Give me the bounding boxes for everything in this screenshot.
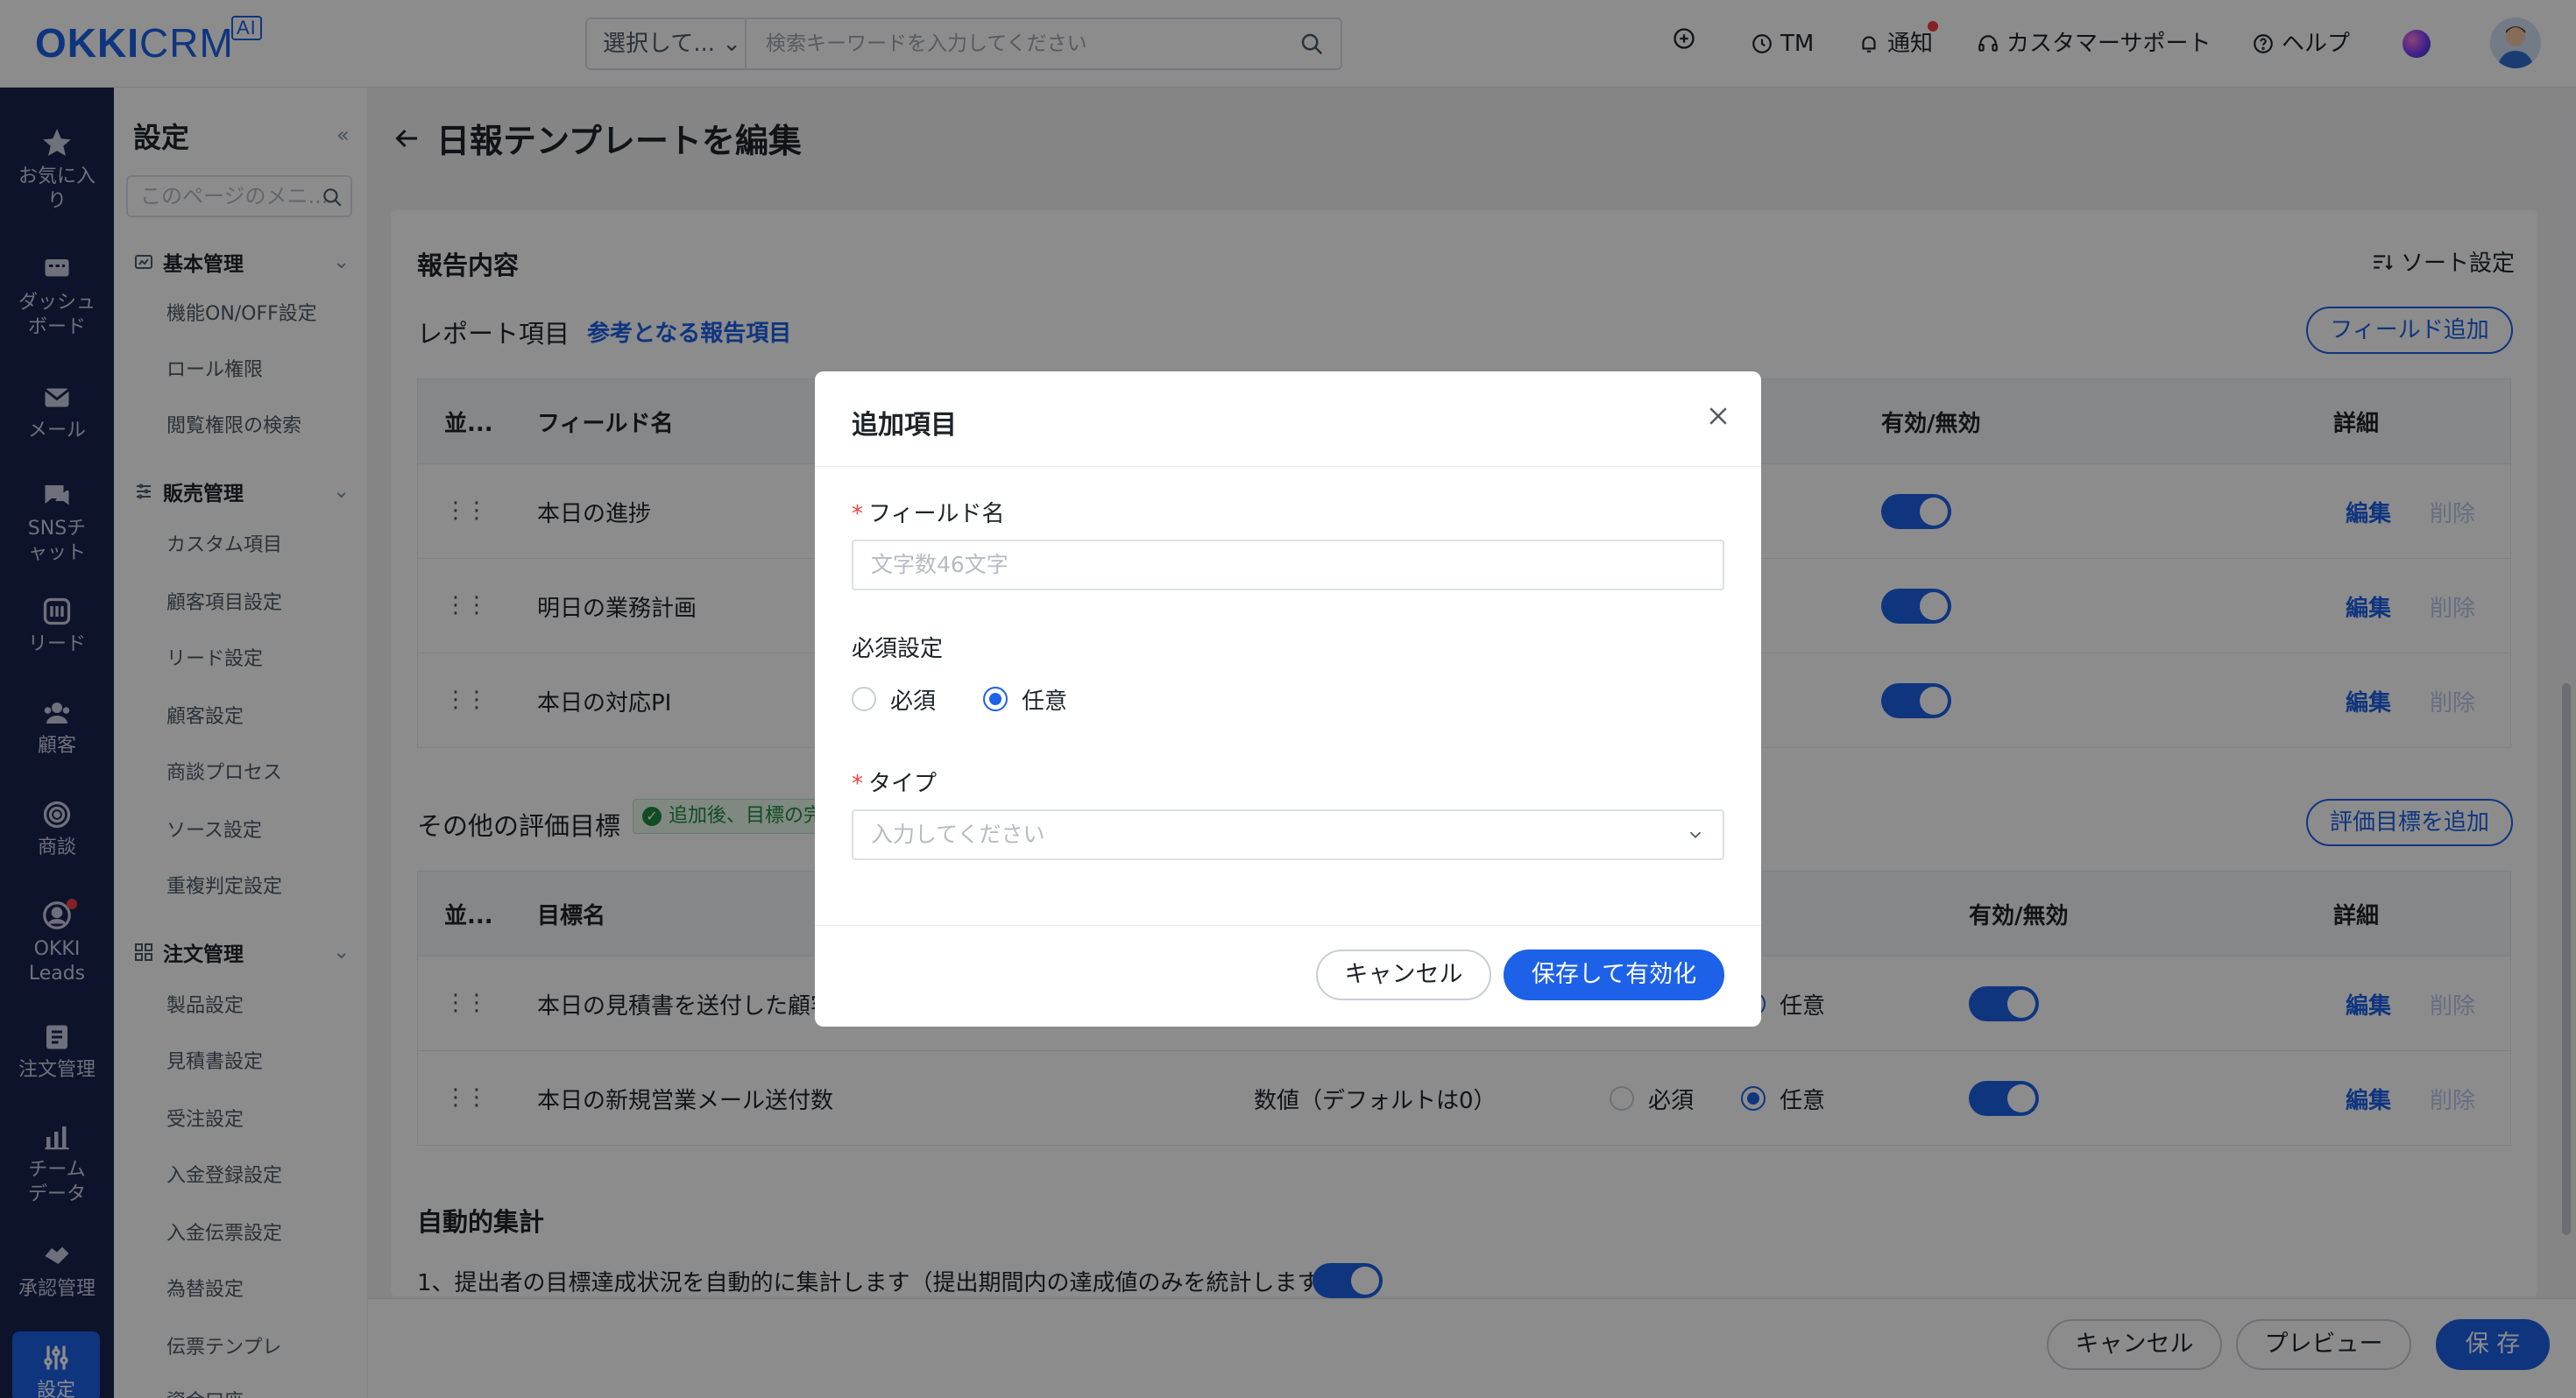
field-name-label: * フィールド名 <box>852 501 1005 527</box>
required-radio[interactable] <box>852 687 876 711</box>
close-icon[interactable] <box>1705 403 1731 429</box>
dialog-cancel-button[interactable]: キャンセル <box>1316 950 1491 1000</box>
chevron-down-icon <box>1689 831 1702 839</box>
optional-radio[interactable] <box>983 687 1008 711</box>
save-enable-button[interactable]: 保存して有効化 <box>1504 950 1724 1000</box>
dialog-divider <box>815 925 1761 926</box>
type-label: * タイプ <box>852 771 938 797</box>
required-option-label: 必須 <box>890 688 937 715</box>
type-select[interactable]: 入力してください <box>852 809 1724 860</box>
field-name-input[interactable]: 文字数46文字 <box>852 540 1724 590</box>
optional-option-label: 任意 <box>1022 688 1068 715</box>
required-setting-label: 必須設定 <box>852 636 944 662</box>
add-item-dialog: 追加項目 * フィールド名 文字数46文字 必須設定 必須 任意 * タイプ 入力し… <box>815 371 1761 1027</box>
dialog-title: 追加項目 <box>852 410 957 441</box>
dialog-divider <box>815 466 1761 467</box>
